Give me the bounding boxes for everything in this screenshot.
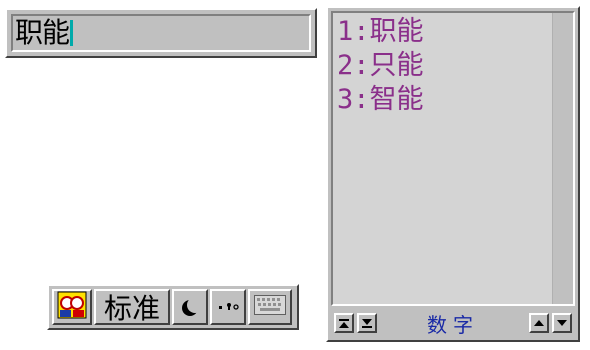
first-page-button[interactable]	[334, 313, 354, 333]
composition-text: 职能	[15, 16, 70, 49]
input-mode-button[interactable]: 标准	[94, 289, 170, 325]
soft-keyboard-button[interactable]	[248, 289, 292, 325]
ime-logo-icon	[57, 291, 87, 323]
input-mode-label: 标准	[103, 292, 160, 325]
keyboard-icon	[254, 295, 286, 319]
full-half-width-button[interactable]	[172, 289, 208, 325]
page-down-button[interactable]	[552, 313, 572, 333]
page-up-button[interactable]	[529, 313, 549, 333]
last-page-icon	[362, 318, 372, 328]
composition-window: 职能	[5, 8, 317, 58]
punctuation-button[interactable]	[210, 289, 246, 325]
punctuation-icon	[216, 298, 240, 317]
candidate-list-pane: 1:职能 2:只能 3:智能	[331, 11, 575, 306]
text-caret	[70, 20, 74, 46]
candidate-item[interactable]: 3:智能	[337, 83, 424, 117]
candidate-item[interactable]: 1:职能	[337, 15, 424, 49]
first-page-icon	[339, 318, 349, 328]
candidate-item[interactable]: 2:只能	[337, 49, 424, 83]
ime-logo-button[interactable]	[52, 289, 92, 325]
ime-status-bar: 标准	[47, 284, 299, 330]
composition-field[interactable]: 职能	[11, 14, 311, 52]
candidate-window: 1:职能 2:只能 3:智能 数字	[326, 6, 580, 342]
half-moon-icon	[187, 297, 203, 313]
candidate-list: 1:职能 2:只能 3:智能	[337, 15, 424, 117]
arrow-up-icon	[534, 320, 544, 326]
candidate-footer: 数字	[331, 308, 575, 338]
candidate-scroll-rail	[552, 13, 573, 304]
last-page-button[interactable]	[357, 313, 377, 333]
candidate-mode-label[interactable]: 数字	[377, 309, 529, 338]
arrow-down-icon	[557, 320, 567, 326]
